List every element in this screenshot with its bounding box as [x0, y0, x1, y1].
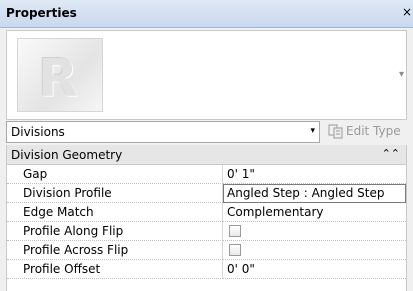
- property-row-gap: Gap 0' 1": [7, 165, 406, 184]
- gap-value-field[interactable]: 0' 1": [223, 165, 406, 184]
- property-name: Gap: [23, 167, 48, 181]
- type-preview: R ▾: [6, 30, 407, 120]
- property-row-profile-along-flip: Profile Along Flip: [7, 222, 406, 241]
- property-name: Profile Along Flip: [23, 224, 124, 238]
- group-label: Division Geometry: [11, 148, 123, 162]
- profile-along-flip-checkbox[interactable]: [229, 225, 241, 237]
- property-name: Division Profile: [23, 186, 112, 200]
- profile-offset-value-field[interactable]: 0' 0": [223, 260, 406, 279]
- property-row-profile-offset: Profile Offset 0' 0": [7, 260, 406, 279]
- type-selector-value: Divisions: [11, 125, 65, 139]
- edit-type-label: Edit Type: [346, 124, 401, 138]
- property-row-division-profile: Division Profile Angled Step : Angled St…: [7, 184, 406, 203]
- properties-title-bar: Properties ×: [0, 0, 413, 28]
- type-selector-row: Divisions ▾ Edit Type: [6, 121, 407, 144]
- edit-type-icon: [328, 124, 343, 139]
- close-icon[interactable]: ×: [402, 5, 412, 19]
- type-selector-dropdown[interactable]: Divisions ▾: [6, 121, 320, 143]
- edit-type-button[interactable]: Edit Type: [328, 121, 407, 143]
- collapse-icon[interactable]: ⌃⌃: [382, 147, 400, 160]
- property-row-profile-across-flip: Profile Across Flip: [7, 241, 406, 260]
- division-profile-value-field[interactable]: Angled Step : Angled Step: [223, 184, 406, 203]
- property-name: Edge Match: [23, 205, 94, 219]
- group-header-division-geometry[interactable]: Division Geometry ⌃⌃: [7, 145, 406, 165]
- edge-match-value-field[interactable]: Complementary: [223, 203, 406, 222]
- preview-dropdown-arrow-icon[interactable]: ▾: [399, 69, 404, 80]
- revit-logo-icon: R: [17, 38, 103, 112]
- property-name: Profile Across Flip: [23, 243, 129, 257]
- property-name: Profile Offset: [23, 262, 101, 276]
- properties-grid: Division Geometry ⌃⌃ Gap 0' 1" Division …: [6, 145, 407, 291]
- chevron-down-icon: ▾: [310, 126, 315, 136]
- window-title: Properties: [6, 6, 77, 20]
- profile-across-flip-checkbox[interactable]: [229, 244, 241, 256]
- property-row-edge-match: Edge Match Complementary: [7, 203, 406, 222]
